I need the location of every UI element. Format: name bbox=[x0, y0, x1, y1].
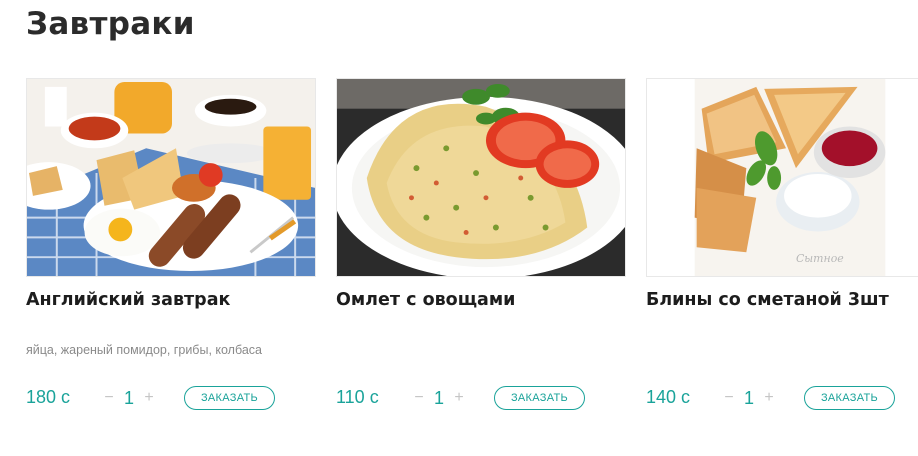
photo-watermark: Сытное bbox=[796, 252, 844, 265]
quantity-stepper: − 1 + bbox=[722, 387, 776, 409]
product-price: 110 с bbox=[336, 387, 379, 407]
product-price: 180 с bbox=[26, 387, 71, 407]
product-photo-pancakes-sour-cream[interactable]: Сытное bbox=[646, 78, 918, 277]
order-button[interactable]: ЗАКАЗАТЬ bbox=[494, 386, 585, 410]
decrease-quantity-button[interactable]: − bbox=[722, 389, 736, 407]
decrease-quantity-button[interactable]: − bbox=[412, 389, 426, 407]
quantity-stepper: − 1 + bbox=[412, 387, 466, 409]
increase-quantity-button[interactable]: + bbox=[142, 389, 156, 407]
product-title[interactable]: Английский завтрак bbox=[26, 290, 230, 310]
quantity-stepper: − 1 + bbox=[102, 387, 156, 409]
product-card-english-breakfast: Английский завтрак яйца, жареный помидор… bbox=[26, 78, 316, 438]
quantity-value: 1 bbox=[123, 387, 134, 408]
quantity-value: 1 bbox=[743, 387, 754, 408]
product-photo-vegetable-omelette[interactable] bbox=[336, 78, 626, 277]
product-title[interactable]: Омлет с овощами bbox=[336, 290, 515, 310]
product-description: яйца, жареный помидор, грибы, колбаса bbox=[26, 343, 262, 357]
increase-quantity-button[interactable]: + bbox=[452, 389, 466, 407]
increase-quantity-button[interactable]: + bbox=[762, 389, 776, 407]
product-title[interactable]: Блины со сметаной 3шт bbox=[646, 290, 889, 310]
order-button[interactable]: ЗАКАЗАТЬ bbox=[184, 386, 275, 410]
product-card-vegetable-omelette: Омлет с овощами 110 с − 1 + ЗАКАЗАТЬ bbox=[336, 78, 626, 438]
product-card-pancakes-sour-cream: Сытное Блины со сметаной 3шт 140 с − 1 +… bbox=[646, 78, 918, 438]
decrease-quantity-button[interactable]: − bbox=[102, 389, 116, 407]
quantity-value: 1 bbox=[433, 387, 444, 408]
product-photo-english-breakfast[interactable] bbox=[26, 78, 316, 277]
order-button[interactable]: ЗАКАЗАТЬ bbox=[804, 386, 895, 410]
product-price: 140 с bbox=[646, 387, 691, 407]
section-title: Завтраки bbox=[26, 6, 195, 42]
